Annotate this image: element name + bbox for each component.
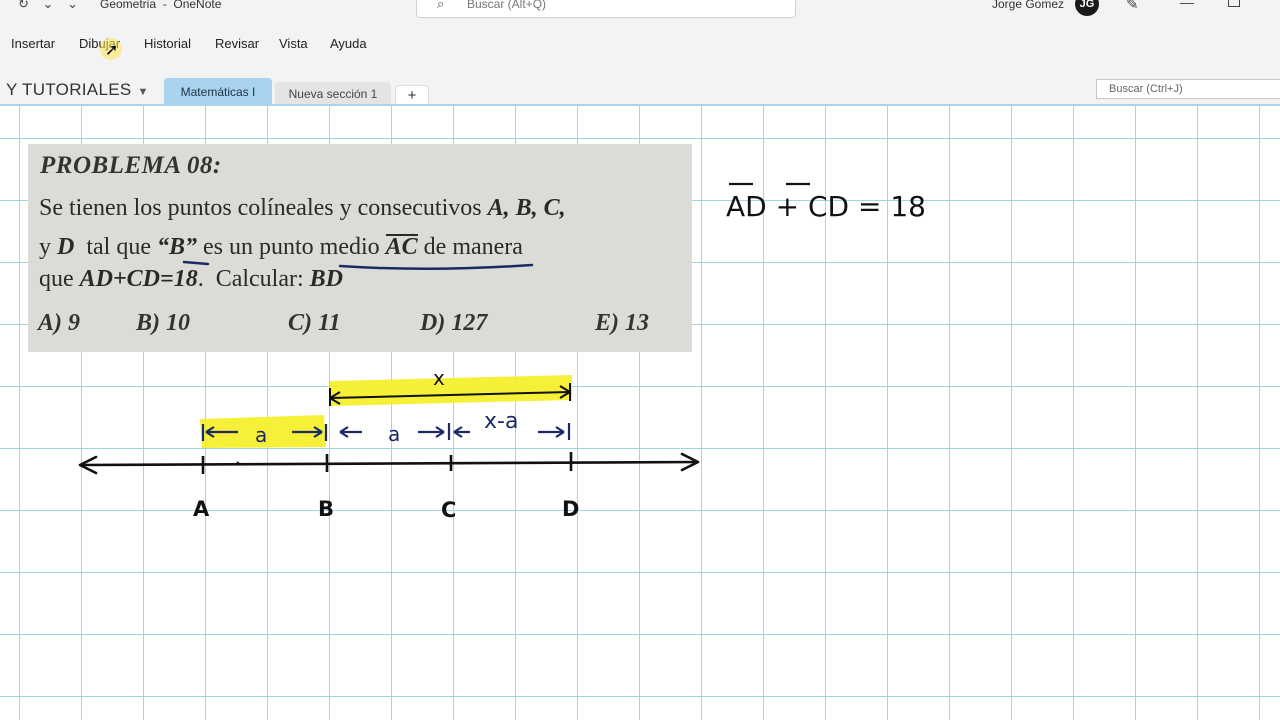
- page-search-input[interactable]: Buscar (Ctrl+J): [1096, 79, 1280, 99]
- tab-historial[interactable]: Historial: [144, 36, 191, 51]
- quick-access-toolbar: ↻ ⌄ ⌄: [18, 0, 88, 12]
- tab-revisar[interactable]: Revisar: [215, 36, 259, 51]
- avatar[interactable]: JG: [1075, 0, 1099, 16]
- maximize-button[interactable]: [1228, 0, 1240, 7]
- notebook-name: Y TUTORIALES: [6, 80, 132, 99]
- minimize-button[interactable]: —: [1180, 0, 1194, 10]
- tab-vista[interactable]: Vista: [279, 36, 308, 51]
- notebook-selector[interactable]: Y TUTORIALES ▼: [6, 80, 149, 100]
- problem-line-1: Se tienen los puntos colíneales y consec…: [39, 195, 566, 221]
- section-tab-matematicas[interactable]: Matemáticas I: [164, 78, 272, 106]
- problem-title: PROBLEMA 08:: [40, 152, 222, 179]
- option-e: E) 13: [595, 310, 649, 336]
- section-tab-nueva-seccion[interactable]: Nueva sección 1: [275, 82, 391, 106]
- search-placeholder: Buscar (Alt+Q): [467, 0, 547, 11]
- add-section-button[interactable]: +: [395, 85, 429, 106]
- option-b: B) 10: [136, 310, 190, 336]
- option-a: A) 9: [38, 310, 80, 336]
- problem-line-2: y D tal que “B” es un punto medio AC de …: [39, 234, 523, 260]
- problem-image[interactable]: PROBLEMA 08: Se tienen los puntos colíne…: [28, 144, 692, 352]
- chevron-down-icon[interactable]: ⌄: [43, 0, 54, 11]
- caret-down-icon: ▼: [137, 86, 149, 98]
- pen-icon[interactable]: ✎: [1126, 0, 1139, 13]
- mouse-pointer-icon: ➚: [105, 42, 119, 59]
- ribbon-tabs: Insertar Dibujar Historial Revisar Vista…: [0, 30, 500, 58]
- problem-line-3: que AD+CD=18. Calcular: BD: [39, 266, 343, 292]
- option-d: D) 127: [420, 310, 488, 336]
- customize-qa-icon[interactable]: ⌄: [67, 0, 78, 11]
- title-bar: ↻ ⌄ ⌄ Geometria - OneNote ⌕ Buscar (Alt+…: [0, 0, 1280, 22]
- user-name[interactable]: Jorge Gomez: [992, 0, 1064, 11]
- tab-ayuda[interactable]: Ayuda: [330, 36, 367, 51]
- sync-icon[interactable]: ↻: [18, 0, 29, 11]
- search-icon: ⌕: [437, 0, 445, 11]
- app-title: Geometria - OneNote: [100, 0, 222, 11]
- search-input[interactable]: ⌕ Buscar (Alt+Q): [416, 0, 796, 18]
- option-c: C) 11: [288, 310, 341, 336]
- tab-insertar[interactable]: Insertar: [11, 36, 55, 51]
